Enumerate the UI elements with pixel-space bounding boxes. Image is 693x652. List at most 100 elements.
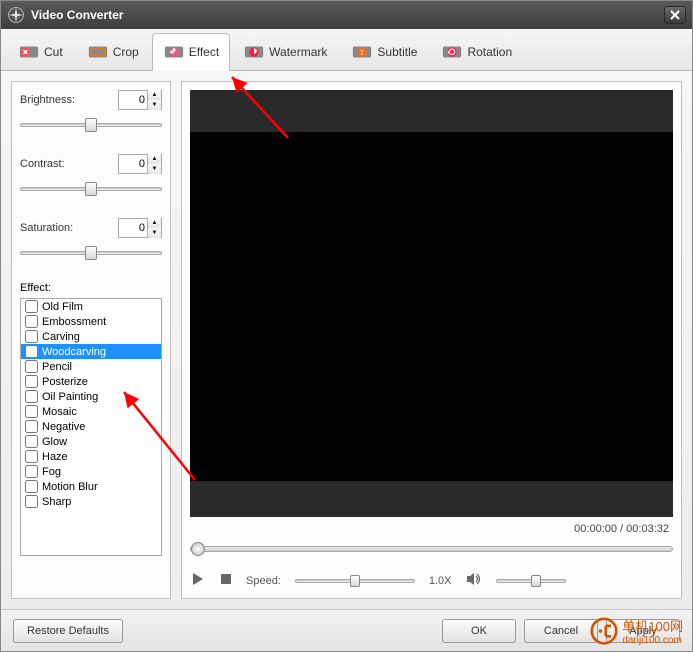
apply-button[interactable]: Apply: [606, 619, 680, 643]
ok-button[interactable]: OK: [442, 619, 516, 643]
content-area: Brightness: ▲▼ Contrast: ▲▼: [1, 71, 692, 609]
saturation-input[interactable]: [119, 222, 147, 234]
effect-icon: [163, 41, 185, 63]
time-display: 00:00:00 / 00:03:32: [190, 523, 669, 535]
effect-checkbox[interactable]: [25, 345, 38, 358]
tab-cut[interactable]: Cut: [7, 33, 74, 70]
contrast-slider[interactable]: [20, 187, 162, 191]
effect-item[interactable]: Sharp: [21, 494, 161, 509]
contrast-up[interactable]: ▲: [147, 154, 161, 164]
brightness-label: Brightness:: [20, 94, 75, 106]
brightness-input[interactable]: [119, 94, 147, 106]
tab-label: Effect: [189, 45, 219, 59]
saturation-slider[interactable]: [20, 251, 162, 255]
effect-item[interactable]: Fog: [21, 464, 161, 479]
effect-checkbox[interactable]: [25, 465, 38, 478]
effect-item-label: Negative: [42, 421, 85, 433]
effect-item-label: Old Film: [42, 301, 83, 313]
current-time: 00:00:00: [574, 523, 617, 535]
play-button[interactable]: [190, 571, 206, 590]
effect-item[interactable]: Oil Painting: [21, 389, 161, 404]
window-title: Video Converter: [31, 8, 664, 22]
effect-checkbox[interactable]: [25, 495, 38, 508]
cancel-button[interactable]: Cancel: [524, 619, 598, 643]
duration: 00:03:32: [626, 523, 669, 535]
effect-item[interactable]: Woodcarving: [21, 344, 161, 359]
effect-item-label: Carving: [42, 331, 80, 343]
effect-checkbox[interactable]: [25, 420, 38, 433]
preview-panel: 00:00:00 / 00:03:32 Speed: 1.0X: [181, 81, 682, 599]
contrast-input[interactable]: [119, 158, 147, 170]
contrast-spinner[interactable]: ▲▼: [118, 154, 162, 174]
saturation-control: Saturation: ▲▼: [20, 218, 162, 262]
effect-checkbox[interactable]: [25, 300, 38, 313]
play-icon: [190, 571, 206, 587]
speed-label: Speed:: [246, 575, 281, 587]
video-preview: [190, 90, 673, 517]
footer: Restore Defaults OK Cancel Apply: [1, 609, 692, 651]
effect-item[interactable]: Old Film: [21, 299, 161, 314]
effect-item[interactable]: Embossment: [21, 314, 161, 329]
effect-checkbox[interactable]: [25, 315, 38, 328]
effect-item[interactable]: Negative: [21, 419, 161, 434]
effect-checkbox[interactable]: [25, 390, 38, 403]
tab-label: Subtitle: [377, 45, 417, 59]
effect-item[interactable]: Haze: [21, 449, 161, 464]
effect-item[interactable]: Glow: [21, 434, 161, 449]
svg-text:T: T: [360, 50, 364, 57]
stop-icon: [220, 573, 232, 585]
effect-checkbox[interactable]: [25, 375, 38, 388]
saturation-down[interactable]: ▼: [147, 228, 161, 238]
tab-label: Crop: [113, 45, 139, 59]
subtitle-icon: T: [351, 41, 373, 63]
app-logo-icon: [7, 6, 25, 24]
effect-block: Effect: Old FilmEmbossmentCarvingWoodcar…: [20, 282, 162, 556]
tab-watermark[interactable]: Watermark: [232, 33, 338, 70]
watermark-icon: [243, 41, 265, 63]
crop-icon: [87, 41, 109, 63]
brightness-down[interactable]: ▼: [147, 100, 161, 110]
effects-sidebar: Brightness: ▲▼ Contrast: ▲▼: [11, 81, 171, 599]
volume-slider[interactable]: [496, 579, 566, 583]
tab-subtitle[interactable]: T Subtitle: [340, 33, 428, 70]
saturation-spinner[interactable]: ▲▼: [118, 218, 162, 238]
progress-slider[interactable]: [190, 546, 673, 552]
effect-item[interactable]: Posterize: [21, 374, 161, 389]
effect-item-label: Mosaic: [42, 406, 77, 418]
brightness-control: Brightness: ▲▼: [20, 90, 162, 134]
effect-item[interactable]: Motion Blur: [21, 479, 161, 494]
speed-slider[interactable]: [295, 579, 415, 583]
tab-rotation[interactable]: Rotation: [430, 33, 523, 70]
volume-icon[interactable]: [466, 572, 482, 589]
tab-crop[interactable]: Crop: [76, 33, 150, 70]
effect-item[interactable]: Pencil: [21, 359, 161, 374]
cut-icon: [18, 41, 40, 63]
effect-item[interactable]: Carving: [21, 329, 161, 344]
effect-item-label: Glow: [42, 436, 67, 448]
effect-checkbox[interactable]: [25, 330, 38, 343]
effect-list[interactable]: Old FilmEmbossment Carving WoodcarvingPenc…: [20, 298, 162, 556]
contrast-label: Contrast:: [20, 158, 65, 170]
effect-checkbox[interactable]: [25, 435, 38, 448]
effect-item-label: Woodcarving: [42, 346, 106, 358]
effect-item-label: Haze: [42, 451, 68, 463]
effect-item-label: Sharp: [42, 496, 71, 508]
effect-checkbox[interactable]: [25, 480, 38, 493]
brightness-up[interactable]: ▲: [147, 90, 161, 100]
brightness-spinner[interactable]: ▲▼: [118, 90, 162, 110]
brightness-slider[interactable]: [20, 123, 162, 127]
effect-checkbox[interactable]: [25, 360, 38, 373]
close-button[interactable]: [664, 6, 686, 24]
effect-item[interactable]: Mosaic: [21, 404, 161, 419]
effect-checkbox[interactable]: [25, 405, 38, 418]
effect-item-label: Fog: [42, 466, 61, 478]
tabbar: Cut Crop Effect Watermark T Subtitle Rotation: [1, 29, 692, 71]
saturation-up[interactable]: ▲: [147, 218, 161, 228]
restore-defaults-button[interactable]: Restore Defaults: [13, 619, 123, 643]
rotation-icon: [441, 41, 463, 63]
effect-checkbox[interactable]: [25, 450, 38, 463]
tab-effect[interactable]: Effect: [152, 33, 230, 70]
stop-button[interactable]: [220, 573, 232, 588]
close-icon: [670, 10, 680, 20]
contrast-down[interactable]: ▼: [147, 164, 161, 174]
